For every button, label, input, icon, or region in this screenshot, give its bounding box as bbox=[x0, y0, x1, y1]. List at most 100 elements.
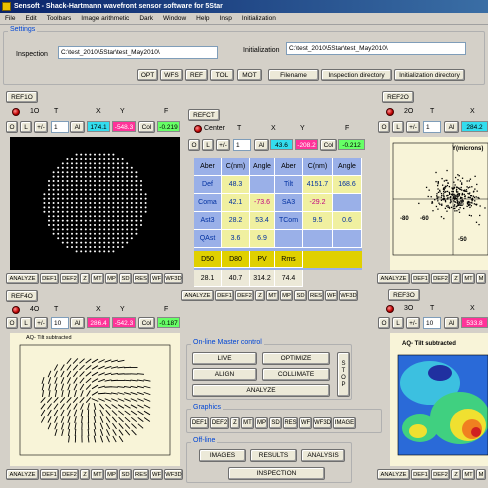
inspection-directory-button[interactable]: Inspection directory bbox=[321, 69, 392, 81]
scatter-plot-2o[interactable]: Y(microns) -80 -60 50 -50 bbox=[390, 137, 488, 270]
p1o-res-button[interactable]: RES bbox=[133, 273, 149, 284]
pct-sd-button[interactable]: SD bbox=[294, 290, 307, 301]
p1o-wf3d-button[interactable]: WF3D bbox=[164, 273, 183, 284]
p1o-mp-button[interactable]: MP bbox=[105, 273, 118, 284]
ref-button[interactable]: REF bbox=[185, 69, 208, 81]
initialization-path-field[interactable]: C:\test_2010\5Star\test_May2010\ bbox=[286, 42, 466, 55]
ref2o-button[interactable]: REF2O bbox=[382, 91, 414, 103]
al-button-1o[interactable]: Al bbox=[70, 121, 85, 133]
l-button-4o[interactable]: L bbox=[20, 317, 32, 329]
col-button-1o[interactable]: Col bbox=[138, 121, 155, 133]
l-button-3o[interactable]: L bbox=[392, 317, 404, 329]
plusminus-button-1o[interactable]: +/- bbox=[34, 121, 48, 133]
p1o-def1-button[interactable]: DEF1 bbox=[40, 273, 59, 284]
al-button-2o[interactable]: Al bbox=[444, 121, 459, 133]
menu-image-arithmetic[interactable]: Image arithmetic bbox=[76, 15, 134, 22]
p1o-wf-button[interactable]: WF bbox=[150, 273, 163, 284]
al-button-ct[interactable]: Al bbox=[254, 139, 269, 151]
o-button-ct[interactable]: O bbox=[188, 139, 200, 151]
images-button[interactable]: IMAGES bbox=[199, 449, 246, 462]
p2o-analyze-button[interactable]: ANALYZE bbox=[377, 273, 410, 284]
p3o-m-button[interactable]: M bbox=[476, 469, 486, 480]
plusminus-button-ct[interactable]: +/- bbox=[216, 139, 230, 151]
t-input-1o[interactable]: 1 bbox=[51, 121, 69, 133]
menu-insp[interactable]: Insp bbox=[215, 15, 237, 22]
menu-window[interactable]: Window bbox=[158, 15, 191, 22]
stop-button[interactable]: STOP bbox=[337, 352, 350, 397]
graphics-def1-button[interactable]: DEF1 bbox=[190, 417, 209, 429]
align-button[interactable]: ALIGN bbox=[192, 368, 257, 381]
analysis-button[interactable]: ANALYSIS bbox=[301, 449, 345, 462]
pct-analyze-button[interactable]: ANALYZE bbox=[181, 290, 214, 301]
spot-image-1o[interactable] bbox=[10, 137, 180, 270]
graphics-mt-button[interactable]: MT bbox=[241, 417, 254, 429]
p2o-mt-button[interactable]: MT bbox=[462, 273, 475, 284]
col-button-ct[interactable]: Col bbox=[320, 139, 337, 151]
pct-res-button[interactable]: RES bbox=[308, 290, 324, 301]
graphics-wf-button[interactable]: WF bbox=[299, 417, 312, 429]
ref1o-button[interactable]: REF1O bbox=[6, 91, 38, 103]
live-button[interactable]: LIVE bbox=[192, 352, 257, 365]
menu-help[interactable]: Help bbox=[191, 15, 214, 22]
l-button-ct[interactable]: L bbox=[202, 139, 214, 151]
p2o-def1-button[interactable]: DEF1 bbox=[411, 273, 430, 284]
ref3o-button[interactable]: REF3O bbox=[388, 289, 420, 301]
graphics-def2-button[interactable]: DEF2 bbox=[210, 417, 229, 429]
p4o-res-button[interactable]: RES bbox=[133, 469, 149, 480]
o-button-4o[interactable]: O bbox=[6, 317, 18, 329]
p1o-def2-button[interactable]: DEF2 bbox=[60, 273, 79, 284]
p2o-z-button[interactable]: Z bbox=[451, 273, 461, 284]
pct-wf3d-button[interactable]: WF3D bbox=[339, 290, 358, 301]
graphics-mp-button[interactable]: MP bbox=[255, 417, 268, 429]
pct-def1-button[interactable]: DEF1 bbox=[215, 290, 234, 301]
t-input-4o[interactable]: 10 bbox=[51, 317, 69, 329]
menu-toolbars[interactable]: Toolbars bbox=[42, 15, 77, 22]
p4o-sd-button[interactable]: SD bbox=[119, 469, 132, 480]
graphics-image-button[interactable]: IMAGE bbox=[333, 417, 356, 429]
p4o-wf-button[interactable]: WF bbox=[150, 469, 163, 480]
p3o-def2-button[interactable]: DEF2 bbox=[431, 469, 450, 480]
o-button-2o[interactable]: O bbox=[378, 121, 390, 133]
al-button-3o[interactable]: Al bbox=[444, 317, 459, 329]
graphics-z-button[interactable]: Z bbox=[230, 417, 240, 429]
al-button-4o[interactable]: Al bbox=[70, 317, 85, 329]
col-button-4o[interactable]: Col bbox=[138, 317, 155, 329]
p4o-mt-button[interactable]: MT bbox=[91, 469, 104, 480]
p2o-m-button[interactable]: M bbox=[476, 273, 486, 284]
p3o-z-button[interactable]: Z bbox=[451, 469, 461, 480]
t-input-ct[interactable]: 1 bbox=[233, 139, 251, 151]
pct-wf-button[interactable]: WF bbox=[325, 290, 338, 301]
menu-file[interactable]: File bbox=[0, 15, 20, 22]
menu-dark[interactable]: Dark bbox=[134, 15, 158, 22]
tol-button[interactable]: TOL bbox=[210, 69, 234, 81]
graphics-wf3d-button[interactable]: WF3D bbox=[313, 417, 332, 429]
pct-mt-button[interactable]: MT bbox=[266, 290, 279, 301]
mot-button[interactable]: MOT bbox=[237, 69, 262, 81]
pct-z-button[interactable]: Z bbox=[255, 290, 265, 301]
menu-edit[interactable]: Edit bbox=[20, 15, 41, 22]
p4o-wf3d-button[interactable]: WF3D bbox=[164, 469, 183, 480]
p1o-analyze-button[interactable]: ANALYZE bbox=[6, 273, 39, 284]
plusminus-button-3o[interactable]: +/- bbox=[406, 317, 420, 329]
l-button-2o[interactable]: L bbox=[392, 121, 404, 133]
p1o-mt-button[interactable]: MT bbox=[91, 273, 104, 284]
p4o-mp-button[interactable]: MP bbox=[105, 469, 118, 480]
ref4o-button[interactable]: REF4O bbox=[6, 290, 38, 302]
t-input-3o[interactable]: 10 bbox=[423, 317, 441, 329]
pct-def2-button[interactable]: DEF2 bbox=[235, 290, 254, 301]
results-button[interactable]: RESULTS bbox=[250, 449, 297, 462]
menu-initialization[interactable]: Initialization bbox=[237, 15, 281, 22]
p3o-analyze-button[interactable]: ANALYZE bbox=[377, 469, 410, 480]
l-button-1o[interactable]: L bbox=[20, 121, 32, 133]
vector-plot-4o[interactable]: AQ- Tilt subtracted bbox=[10, 333, 180, 466]
filename-button[interactable]: Filename bbox=[268, 69, 319, 81]
optimize-button[interactable]: OPTIMIZE bbox=[262, 352, 330, 365]
p1o-z-button[interactable]: Z bbox=[80, 273, 90, 284]
o-button-1o[interactable]: O bbox=[6, 121, 18, 133]
p4o-def1-button[interactable]: DEF1 bbox=[40, 469, 59, 480]
contour-plot-3o[interactable]: AQ- Tilt subtracted bbox=[390, 333, 488, 466]
p3o-mt-button[interactable]: MT bbox=[462, 469, 475, 480]
opt-button[interactable]: OPT bbox=[137, 69, 158, 81]
t-input-2o[interactable]: 1 bbox=[423, 121, 441, 133]
p4o-analyze-button[interactable]: ANALYZE bbox=[6, 469, 39, 480]
